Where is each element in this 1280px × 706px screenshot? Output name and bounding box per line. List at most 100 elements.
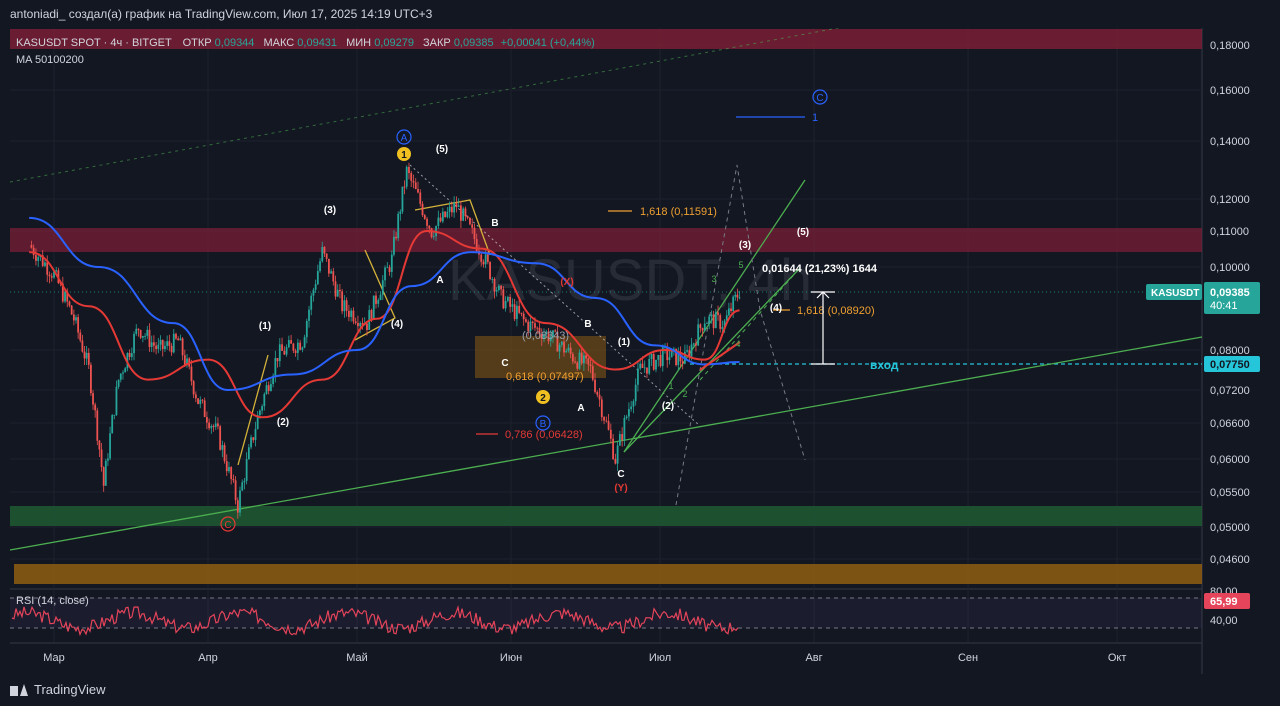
candle-body — [50, 276, 53, 278]
tradingview-logo[interactable]: TradingView — [10, 682, 106, 697]
candle-body — [473, 227, 476, 240]
candle-body — [312, 289, 315, 296]
candle-body — [471, 224, 474, 228]
candle-body — [578, 352, 581, 369]
candle-body — [414, 182, 417, 190]
candle-body — [30, 244, 33, 248]
time-tick-label: Июл — [649, 652, 671, 664]
price-chart[interactable]: KASUSDT, 4h 1 1,618 (0,11591) 1,618 (0,0… — [0, 28, 1280, 674]
candle-body — [569, 347, 572, 354]
candle-body — [697, 324, 700, 346]
candle-body — [522, 313, 525, 320]
candle-body — [428, 225, 431, 229]
candle-body — [504, 300, 507, 309]
candle-body — [421, 203, 424, 216]
candle-body — [598, 394, 601, 400]
time-tick-label: Апр — [198, 652, 217, 664]
candle-body — [46, 262, 49, 275]
candle-body — [92, 393, 94, 405]
candle-body — [236, 500, 239, 513]
wave-C-circled: C — [816, 93, 823, 104]
candle-body — [639, 363, 642, 369]
candle-body — [210, 425, 213, 429]
candle-body — [32, 247, 35, 256]
candle-body — [446, 211, 449, 218]
candle-body — [395, 236, 397, 239]
candle-body — [397, 213, 400, 239]
candle-body — [161, 339, 164, 350]
legend-change: +0,00041 (+0,44%) — [501, 37, 595, 49]
candle-body — [738, 297, 741, 299]
candle-body — [113, 414, 116, 416]
candle-body — [614, 458, 617, 464]
candle-body — [181, 338, 184, 356]
wave-n5: (5) — [797, 227, 809, 238]
candle-body — [506, 296, 509, 301]
candle-body — [119, 373, 122, 380]
wave-C-small: C — [501, 358, 508, 369]
candle-body — [212, 425, 215, 427]
wave-B: B — [491, 218, 498, 229]
candle-body — [399, 211, 402, 214]
time-tick-label: Май — [346, 652, 368, 664]
wave-2: (2) — [277, 417, 289, 428]
candle-body — [208, 422, 211, 429]
candle-body — [437, 217, 440, 226]
measure-label: 0,01644 (21,23%) 1644 — [762, 263, 878, 275]
candle-body — [453, 202, 456, 213]
candle-body — [128, 352, 131, 357]
candle-body — [241, 482, 244, 491]
candle-body — [516, 305, 518, 320]
price-tick-label: 0,12000 — [1210, 194, 1250, 206]
candle-body — [692, 343, 695, 345]
time-tick-label: Июн — [500, 652, 522, 664]
candle-body — [448, 206, 451, 212]
candle-body — [64, 291, 66, 302]
candle-body — [708, 316, 711, 324]
candle-body — [214, 423, 217, 427]
candle-body — [612, 438, 614, 459]
time-axis[interactable]: Мар Апр Май Июн Июл Авг Сен Окт — [43, 652, 1126, 664]
legend-close-value: 0,09385 — [454, 37, 494, 49]
candle-body — [531, 321, 534, 324]
candle-body — [567, 347, 570, 351]
candle-body — [618, 434, 621, 446]
candle-body — [199, 399, 202, 404]
candle-body — [589, 364, 592, 367]
candle-body — [417, 189, 419, 193]
candle-body — [219, 426, 222, 450]
candle-body — [646, 367, 648, 374]
wave-g2: 2 — [682, 389, 687, 399]
price-tick-label: 0,04600 — [1210, 554, 1250, 566]
candle-body — [232, 479, 235, 481]
wave-1-circled: 1 — [401, 150, 407, 161]
candle-body — [390, 254, 393, 272]
candle-body — [571, 353, 574, 362]
candle-body — [511, 304, 514, 307]
candle-body — [641, 363, 644, 368]
candle-body — [243, 480, 246, 483]
candle-body — [695, 343, 697, 346]
candle-body — [261, 406, 263, 411]
candle-body — [75, 317, 77, 321]
candle-body — [388, 267, 391, 272]
candle-body — [721, 327, 724, 329]
wave-C2: C — [617, 469, 624, 480]
candle-body — [245, 459, 248, 481]
candle-body — [314, 284, 317, 290]
wave-n3: (3) — [739, 240, 751, 251]
candle-body — [321, 246, 324, 262]
candle-body — [536, 327, 539, 329]
candle-body — [432, 236, 435, 238]
orange-zone — [14, 564, 1202, 584]
candle-body — [460, 205, 462, 221]
candle-body — [603, 417, 605, 421]
candle-body — [714, 312, 717, 329]
candle-body — [263, 393, 266, 407]
candle-body — [430, 228, 433, 238]
wave-3: (3) — [324, 205, 336, 216]
candle-body — [294, 350, 297, 353]
candle-body — [525, 319, 527, 322]
fib-1618-top: 1,618 (0,11591) — [640, 206, 717, 218]
candle-body — [323, 246, 326, 254]
